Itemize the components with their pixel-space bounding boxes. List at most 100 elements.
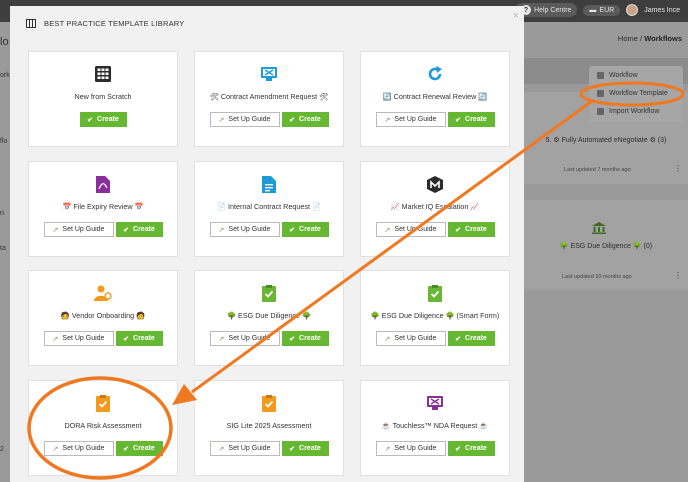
currency-icon: ▬: [589, 6, 597, 14]
check-icon: ✔: [289, 335, 296, 343]
set-up-guide-button[interactable]: ↗ Set Up Guide: [375, 441, 446, 456]
create-button[interactable]: ✔ Create: [115, 441, 163, 456]
set-up-guide-button[interactable]: ↗ Set Up Guide: [43, 222, 114, 237]
new-workflow-dropdown: Workflow Workflow Template Import Workfl…: [589, 66, 683, 122]
external-link-icon: ↗: [384, 226, 391, 234]
template-name: 🔄 Contract Renewal Review 🔄: [382, 92, 488, 101]
workflow-card-esg[interactable]: 🌳 ESG Due Diligence 🌳 (0) Last updated 1…: [524, 200, 688, 290]
set-up-guide-button[interactable]: ↗ Set Up Guide: [375, 112, 446, 127]
create-button[interactable]: ✔ Create: [447, 441, 495, 456]
create-label: Create: [299, 116, 321, 123]
breadcrumb-home[interactable]: Home: [618, 34, 638, 43]
create-button[interactable]: ✔ Create: [79, 112, 127, 127]
template-card-internal-contract[interactable]: 📄 Internal Contract Request 📄 ↗ Set Up Gu…: [194, 161, 344, 257]
template-card-esg-due-diligence[interactable]: 🌳 ESG Due Diligence 🌳 ↗ Set Up Guide ✔ Cre…: [194, 270, 344, 366]
left-fragment: orkfl: [0, 72, 14, 79]
template-card-touchless-nda[interactable]: ☕ Touchless™ NDA Request ☕ ↗ Set Up Guide…: [360, 380, 510, 476]
dropdown-item-workflow[interactable]: Workflow: [589, 66, 683, 84]
currency-selector[interactable]: ▬ EUR: [583, 4, 621, 16]
template-card-esg-smart-form[interactable]: 🌳 ESG Due Diligence 🌳 (Smart Form) ↗ Set …: [360, 270, 510, 366]
guide-label: Set Up Guide: [228, 116, 271, 123]
grid-icon: [95, 66, 111, 82]
template-name: 🌳 ESG Due Diligence 🌳: [227, 311, 311, 320]
set-up-guide-button[interactable]: ↗ Set Up Guide: [209, 222, 280, 237]
monitor-icon: [261, 67, 277, 81]
external-link-icon: ↗: [218, 445, 225, 453]
set-up-guide-button[interactable]: ↗ Set Up Guide: [43, 441, 114, 456]
create-button[interactable]: ✔ Create: [281, 331, 329, 346]
guide-label: Set Up Guide: [228, 445, 271, 452]
check-icon: ✔: [123, 445, 130, 453]
breadcrumb-current: Workflows: [644, 34, 682, 43]
template-name: 📈 Market IQ Escalation 📈: [390, 202, 480, 211]
create-button[interactable]: ✔ Create: [115, 222, 163, 237]
guide-label: Set Up Guide: [228, 226, 271, 233]
top-bar-actions: ? Help Centre ▬ EUR James Ince: [515, 3, 680, 17]
template-icon: [597, 89, 604, 97]
template-card-vendor-onboarding[interactable]: 🧑 Vendor Onboarding 🧑 ↗ Set Up Guide ✔ Cre…: [28, 270, 178, 366]
create-button[interactable]: ✔ Create: [281, 112, 329, 127]
dropdown-item-label: Workflow: [609, 71, 638, 79]
left-fragment: ta: [0, 245, 6, 252]
external-link-icon: ↗: [218, 335, 225, 343]
create-label: Create: [299, 226, 321, 233]
create-button[interactable]: ✔ Create: [115, 331, 163, 346]
dropdown-item-label: Workflow Template: [609, 89, 668, 97]
template-name: SIG Lite 2025 Assessment: [226, 421, 312, 430]
template-card-market-iq[interactable]: 📈 Market IQ Escalation 📈 ↗ Set Up Guide ✔…: [360, 161, 510, 257]
external-link-icon: ↗: [384, 335, 391, 343]
guide-label: Set Up Guide: [62, 335, 105, 342]
create-button[interactable]: ✔ Create: [447, 222, 495, 237]
set-up-guide-button[interactable]: ↗ Set Up Guide: [209, 331, 280, 346]
template-card-contract-renewal[interactable]: 🔄 Contract Renewal Review 🔄 ↗ Set Up Guid…: [360, 51, 510, 147]
template-name: 🛠 Contract Amendment Request 🛠: [209, 92, 329, 101]
avatar[interactable]: [626, 4, 639, 16]
help-centre-label: Help Centre: [534, 6, 572, 14]
template-card-new-from-scratch[interactable]: New from Scratch ✔ Create: [28, 51, 178, 147]
create-label: Create: [299, 445, 321, 452]
create-button[interactable]: ✔ Create: [281, 222, 329, 237]
template-name: DORA Risk Assessment: [64, 421, 142, 430]
set-up-guide-button[interactable]: ↗ Set Up Guide: [209, 441, 280, 456]
set-up-guide-button[interactable]: ↗ Set Up Guide: [375, 331, 446, 346]
template-card-file-expiry[interactable]: 📅 File Expiry Review 📅 ↗ Set Up Guide ✔ Cr…: [28, 161, 178, 257]
create-label: Create: [133, 335, 155, 342]
guide-label: Set Up Guide: [394, 116, 437, 123]
template-card-dora-risk-assessment[interactable]: DORA Risk Assessment ↗ Set Up Guide ✔ Crea…: [28, 380, 178, 476]
create-label: Create: [465, 445, 487, 452]
check-icon: ✔: [289, 226, 296, 234]
monitor-icon: [427, 396, 443, 410]
set-up-guide-button[interactable]: ↗ Set Up Guide: [43, 331, 114, 346]
workflow-icon: [597, 71, 604, 79]
dropdown-item-import-workflow[interactable]: Import Workflow: [589, 102, 683, 120]
template-library-modal: BEST PRACTICE TEMPLATE LIBRARY × New fro…: [10, 6, 524, 482]
set-up-guide-button[interactable]: ↗ Set Up Guide: [209, 112, 280, 127]
set-up-guide-button[interactable]: ↗ Set Up Guide: [375, 222, 446, 237]
guide-label: Set Up Guide: [228, 335, 271, 342]
create-button[interactable]: ✔ Create: [281, 441, 329, 456]
template-card-sig-lite[interactable]: SIG Lite 2025 Assessment ↗ Set Up Guide ✔…: [194, 380, 344, 476]
help-centre-button[interactable]: ? Help Centre: [515, 3, 578, 17]
external-link-icon: ↗: [384, 445, 391, 453]
left-fragment: ri: [0, 210, 4, 217]
import-icon: [597, 107, 604, 115]
close-icon[interactable]: ×: [513, 10, 519, 22]
check-icon: ✔: [455, 116, 462, 124]
check-icon: ✔: [123, 226, 130, 234]
check-icon: ✔: [87, 116, 94, 124]
user-name[interactable]: James Ince: [644, 7, 680, 14]
external-link-icon: ↗: [218, 116, 225, 124]
checklist-icon: [262, 285, 276, 302]
template-card-contract-amendment[interactable]: 🛠 Contract Amendment Request 🛠 ↗ Set Up G…: [194, 51, 344, 147]
workflow-card-title: 5. ⚙ Fully Automated eNegotiate ⚙ (3): [545, 137, 667, 144]
create-label: Create: [299, 335, 321, 342]
more-options-icon[interactable]: ⋮: [674, 164, 682, 173]
create-button[interactable]: ✔ Create: [447, 112, 495, 127]
create-button[interactable]: ✔ Create: [447, 331, 495, 346]
more-options-icon[interactable]: ⋮: [674, 271, 682, 280]
library-icon: [26, 18, 36, 28]
checklist-icon: [262, 395, 276, 412]
check-icon: ✔: [455, 445, 462, 453]
dropdown-item-workflow-template[interactable]: Workflow Template: [589, 84, 683, 102]
left-fragment: 2: [0, 446, 4, 453]
